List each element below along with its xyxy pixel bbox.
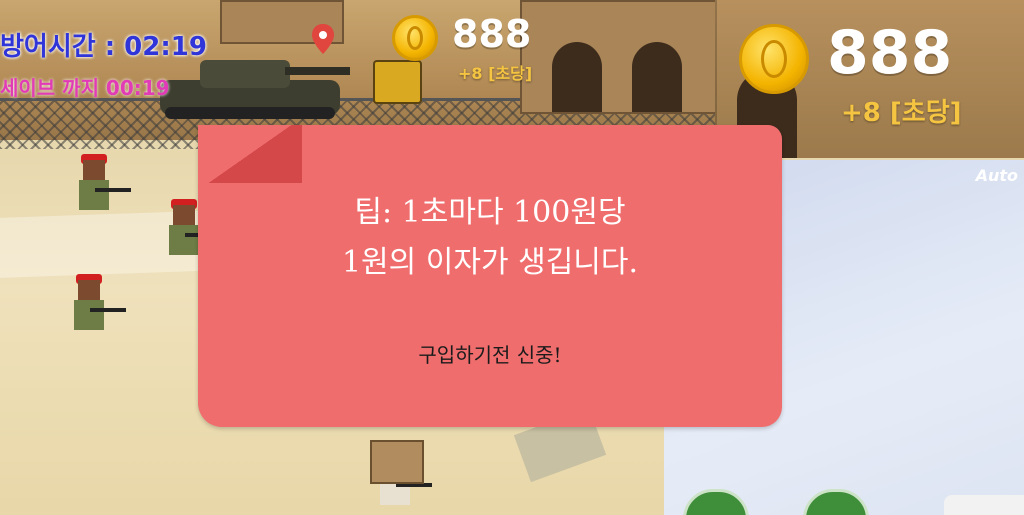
- ruined-building: [520, 0, 724, 114]
- soldier[interactable]: [75, 154, 131, 220]
- coin-rate: +8 [초당]: [458, 64, 533, 83]
- soldier-rifle: [90, 308, 126, 312]
- supply-truck[interactable]: [373, 60, 422, 104]
- building-arch: [632, 42, 682, 112]
- coin-count-large: 888: [827, 18, 953, 88]
- location-pin-icon[interactable]: [312, 24, 334, 54]
- soldier[interactable]: [70, 274, 126, 340]
- soldier-head: [78, 280, 100, 300]
- soldier-body: [74, 300, 104, 330]
- tip-text-line2: 1원의 이자가 생깁니다.: [341, 245, 639, 280]
- tip-text-line1: 팁: 1초마다 100원당: [354, 195, 626, 230]
- auto-toggle[interactable]: Auto: [976, 166, 1018, 185]
- soldier-head: [173, 205, 195, 225]
- tip-dialog[interactable]: 팁: 1초마다 100원당 1원의 이자가 생깁니다. 구입하기전 신중!: [198, 125, 782, 427]
- soldier-head: [83, 160, 105, 180]
- dialog-corner-fold: [198, 125, 302, 183]
- coin-count: 888: [452, 12, 532, 56]
- tip-warning: 구입하기전 신중!: [418, 343, 562, 367]
- building-arch: [552, 42, 602, 112]
- coin-rate-large: +8 [초당]: [841, 98, 962, 128]
- save-timer: 세이브 까지 00:19: [0, 76, 170, 100]
- star-button[interactable]: [944, 495, 1024, 515]
- defense-timer: 방어시간 : 02:19: [0, 32, 207, 62]
- soldier-body: [79, 180, 109, 210]
- soldier-rifle: [95, 188, 131, 192]
- coin-icon: [739, 24, 809, 94]
- soldier-body: [169, 225, 199, 255]
- coin-icon: [392, 15, 438, 61]
- crate: [370, 440, 424, 484]
